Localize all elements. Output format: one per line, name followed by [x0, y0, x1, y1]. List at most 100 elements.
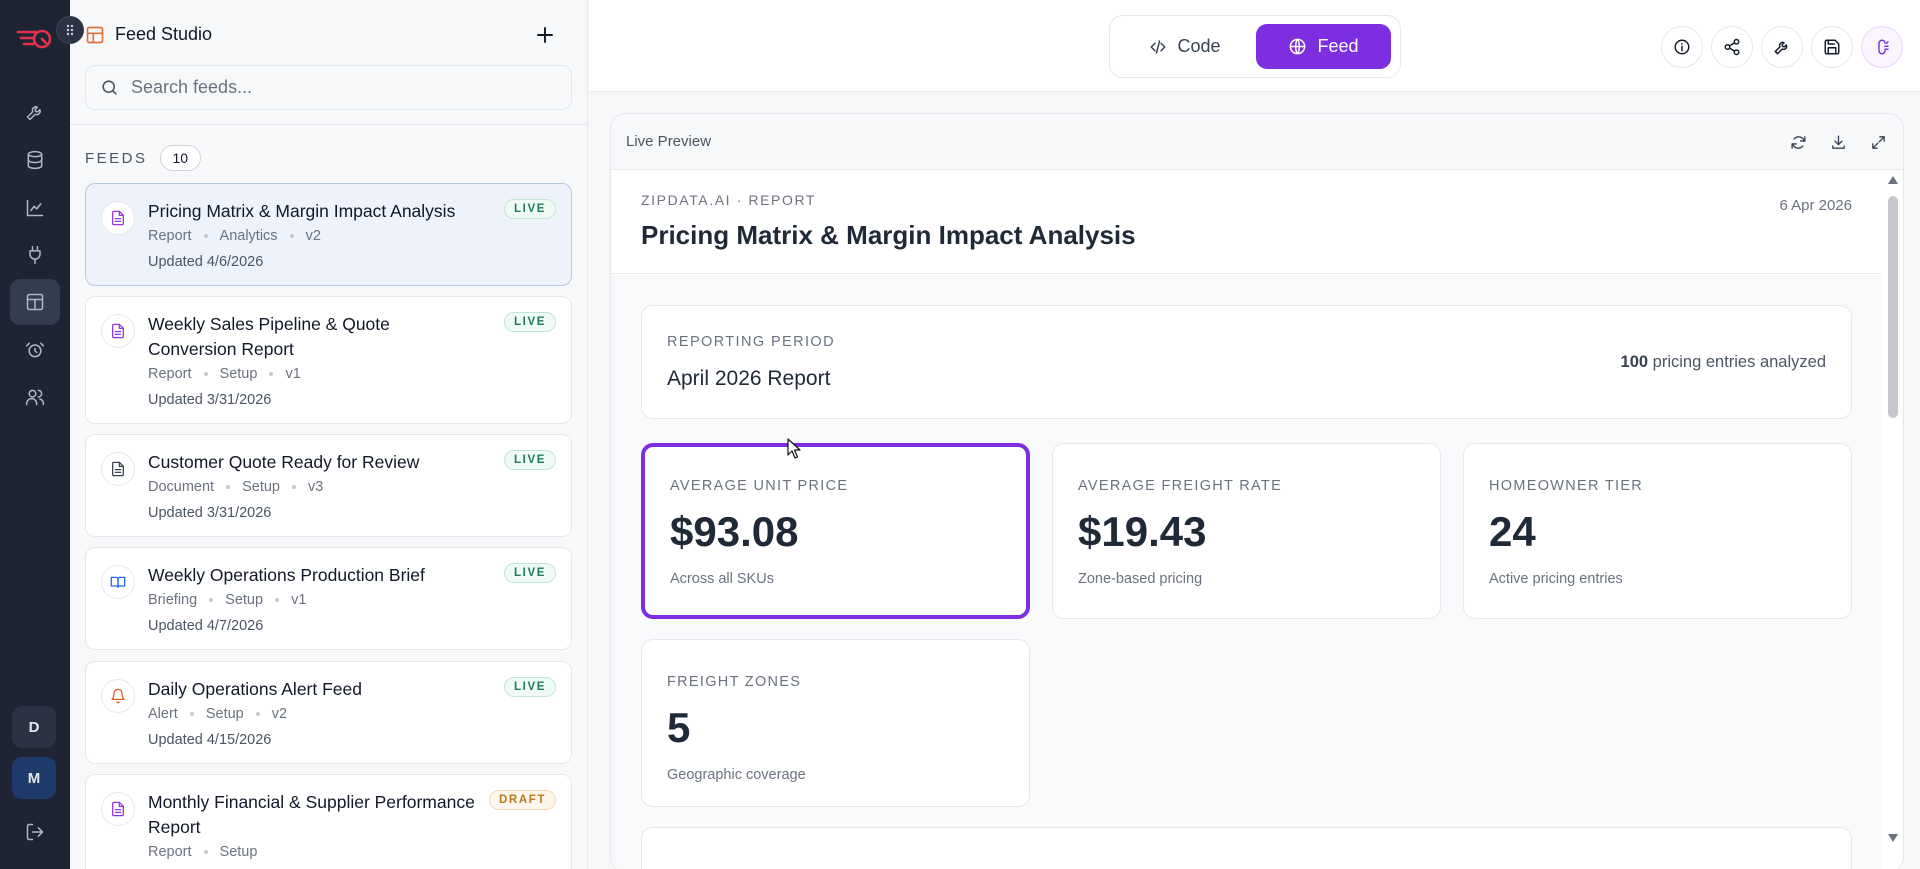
- info-button[interactable]: [1661, 26, 1703, 68]
- logout-icon: [26, 823, 44, 841]
- feed-version: v2: [305, 228, 321, 244]
- feeds-count-badge: 10: [159, 145, 202, 171]
- document-icon: [101, 201, 135, 235]
- ai-assistant-button[interactable]: [1861, 26, 1903, 68]
- feed-card-meta: Alert Setup v2: [148, 706, 287, 722]
- share-button[interactable]: [1711, 26, 1753, 68]
- feed-card[interactable]: Monthly Financial & Supplier Performance…: [85, 774, 572, 869]
- feed-view-label: Feed: [1317, 36, 1359, 56]
- preview-header: Live Preview: [611, 114, 1903, 170]
- status-badge: LIVE: [504, 677, 556, 697]
- entries-count: 100: [1620, 353, 1649, 371]
- feed-type: Report: [148, 228, 192, 244]
- rail-users-button[interactable]: [10, 374, 60, 420]
- feed-card-updated: Updated 3/31/2026: [148, 392, 272, 408]
- save-icon: [1824, 39, 1840, 55]
- feed-card-updated: Updated 4/6/2026: [148, 254, 264, 270]
- view-toggle: Code Feed: [1109, 15, 1401, 78]
- rail-tools-button[interactable]: [10, 89, 60, 135]
- rail-integrations-button[interactable]: [10, 232, 60, 278]
- drag-handle-icon[interactable]: [56, 16, 84, 44]
- refresh-button[interactable]: [1786, 130, 1810, 154]
- metric-card-average-unit-price[interactable]: AVERAGE UNIT PRICE $93.08 Across all SKU…: [641, 443, 1030, 619]
- feeds-header: FEEDS 10: [85, 145, 202, 171]
- mouse-cursor-icon: [787, 438, 801, 459]
- metric-value: 5: [667, 704, 691, 751]
- search-box[interactable]: [85, 65, 572, 110]
- download-button[interactable]: [1826, 130, 1850, 154]
- plus-icon: [537, 27, 553, 43]
- metric-card-homeowner-tier[interactable]: HOMEOWNER TIER 24 Active pricing entries: [1463, 443, 1852, 619]
- feed-card-title: Daily Operations Alert Feed: [148, 679, 362, 699]
- feed-card-title: Customer Quote Ready for Review: [148, 452, 420, 472]
- document-icon: [101, 314, 135, 348]
- scrollbar-thumb[interactable]: [1888, 196, 1898, 418]
- period-label: REPORTING PERIOD: [667, 334, 835, 350]
- feed-type: Report: [148, 844, 192, 860]
- feed-card[interactable]: Weekly Sales Pipeline & Quote Conversion…: [85, 296, 572, 424]
- feed-card[interactable]: Weekly Operations Production Brief Brief…: [85, 547, 572, 650]
- metric-value: $19.43: [1078, 508, 1207, 555]
- feed-version: v1: [285, 366, 301, 382]
- period-value: April 2026 Report: [667, 367, 831, 390]
- plug-icon: [29, 245, 41, 265]
- workspace-avatar-m[interactable]: M: [12, 757, 56, 799]
- share-icon: [1724, 38, 1740, 56]
- feed-card-updated: Updated 3/31/2026: [148, 505, 272, 521]
- feed-card-title: Pricing Matrix & Margin Impact Analysis: [148, 201, 456, 221]
- feed-category: Analytics: [219, 228, 278, 244]
- rail-database-button[interactable]: [10, 137, 60, 183]
- feed-card-meta: Report Setup v1: [148, 366, 301, 382]
- info-icon: [1674, 39, 1690, 55]
- sidebar-title: Feed Studio: [115, 24, 213, 44]
- feed-category: Setup: [242, 479, 280, 495]
- users-icon: [25, 389, 45, 406]
- search-icon: [102, 80, 117, 95]
- book-icon: [101, 565, 135, 599]
- preview-scrollbar[interactable]: [1883, 170, 1903, 869]
- feed-card[interactable]: Customer Quote Ready for Review Document…: [85, 434, 572, 537]
- document-icon: [101, 792, 135, 826]
- metric-label: FREIGHT ZONES: [667, 674, 802, 690]
- feed-studio-icon: [86, 26, 104, 44]
- app-rail: D M: [0, 0, 84, 869]
- download-icon: [1831, 134, 1845, 149]
- metric-card-freight-zones[interactable]: FREIGHT ZONES 5 Geographic coverage: [641, 639, 1030, 807]
- save-button[interactable]: [1811, 26, 1853, 68]
- metric-subtitle: Across all SKUs: [670, 571, 774, 587]
- scroll-up-arrow-icon[interactable]: [1888, 176, 1898, 184]
- logout-button[interactable]: [10, 809, 60, 855]
- status-badge: LIVE: [504, 450, 556, 470]
- metric-subtitle: Geographic coverage: [667, 767, 806, 783]
- metric-card-average-freight-rate[interactable]: AVERAGE FREIGHT RATE $19.43 Zone-based p…: [1052, 443, 1441, 619]
- feed-view-button[interactable]: Feed: [1256, 24, 1391, 69]
- feed-card[interactable]: Pricing Matrix & Margin Impact Analysis …: [85, 183, 572, 286]
- metric-subtitle: Zone-based pricing: [1078, 571, 1203, 587]
- code-view-button[interactable]: Code: [1120, 24, 1250, 69]
- feeds-label: FEEDS: [85, 149, 148, 167]
- settings-button[interactable]: [1761, 26, 1803, 68]
- scroll-down-arrow-icon[interactable]: [1888, 834, 1898, 842]
- rail-feed-studio-button[interactable]: [10, 279, 60, 325]
- workspace-avatar-d[interactable]: D: [12, 706, 56, 748]
- metric-label: AVERAGE FREIGHT RATE: [1078, 478, 1283, 494]
- add-feed-button[interactable]: [532, 22, 558, 48]
- feed-card-title: Weekly Operations Production Brief: [148, 565, 425, 585]
- metric-value: $93.08: [670, 508, 799, 555]
- feed-card[interactable]: Daily Operations Alert Feed Alert Setup …: [85, 661, 572, 764]
- live-preview-panel: Live Preview ZIPDATA.AI · REPORT Pricing…: [610, 113, 1904, 869]
- report-kicker: ZIPDATA.AI · REPORT: [641, 192, 817, 208]
- wrench-icon: [1774, 41, 1788, 55]
- brand-logo-icon[interactable]: [16, 24, 54, 54]
- feed-card-meta: Briefing Setup v1: [148, 592, 306, 608]
- metric-value: 24: [1489, 508, 1536, 555]
- rail-alarms-button[interactable]: [10, 327, 60, 373]
- report-body: REPORTING PERIOD April 2026 Report 100 p…: [611, 275, 1882, 869]
- rail-analytics-button[interactable]: [10, 185, 60, 231]
- feed-card-meta: Report Setup: [148, 844, 257, 860]
- search-input[interactable]: [131, 77, 551, 98]
- feed-card-title: Weekly Sales Pipeline & Quote Conversion…: [148, 314, 390, 359]
- alarm-clock-icon: [25, 342, 45, 358]
- fullscreen-button[interactable]: [1866, 130, 1890, 154]
- feed-card-meta: Report Analytics v2: [148, 228, 321, 244]
